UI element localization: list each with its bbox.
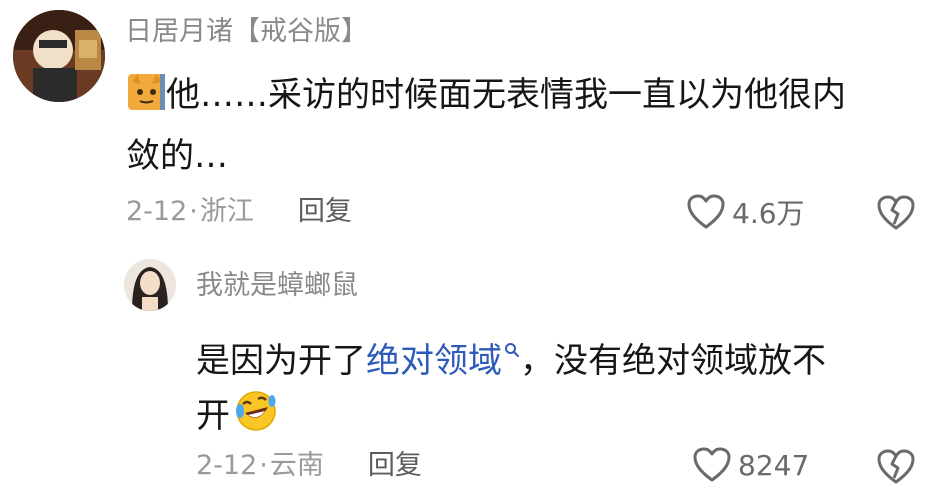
cat-emoji-icon: [126, 72, 166, 129]
laughing-crying-emoji-icon: [234, 389, 278, 450]
comment-text-pre: 是因为开了: [196, 341, 366, 381]
topic-link-text: 绝对领域: [366, 341, 502, 381]
like-count: 4.6万: [732, 197, 805, 230]
comment-reply: 我就是蟑螂鼠 是因为开了绝对领域 ，没有绝对领域放不 开 2-12 · 云南 回…: [0, 250, 942, 494]
heart-icon: [692, 446, 732, 484]
broken-heart-icon[interactable]: [876, 448, 916, 486]
reply-button[interactable]: 回复: [298, 194, 352, 230]
comment-line-1: 他……采访的时候面无表情我一直以为他很内: [126, 68, 926, 129]
like-button[interactable]: 8247: [692, 446, 809, 484]
like-count: 8247: [738, 448, 810, 482]
reply-button[interactable]: 回复: [368, 448, 422, 484]
comment-text-post: ，没有绝对领域放不: [520, 341, 826, 381]
comment-text: 他……采访的时候面无表情我一直以为他很内 敛的…: [126, 68, 926, 184]
comment-line-2: 开: [196, 389, 926, 450]
comment-text-line-2: 开: [196, 396, 230, 436]
comment-main: 日居月诸【戒谷版】 他……采访的时候面无表情我一直以为他很内 敛的… 2-12 …: [0, 0, 942, 240]
comment-meta: 2-12 · 云南 回复: [196, 448, 422, 484]
comment-location: 云南: [269, 450, 324, 481]
username[interactable]: 日居月诸【戒谷版】: [125, 14, 368, 50]
avatar[interactable]: [13, 10, 105, 102]
search-icon: [504, 320, 520, 375]
heart-icon: [686, 193, 726, 231]
avatar[interactable]: [124, 259, 176, 311]
comment-text-line-2: 敛的…: [126, 136, 228, 176]
meta-separator: ·: [259, 450, 268, 481]
username[interactable]: 我就是蟑螂鼠: [196, 268, 358, 304]
like-button[interactable]: 4.6万: [686, 192, 805, 232]
comment-date: 2-12: [196, 450, 258, 481]
comment-meta: 2-12 · 浙江 回复: [126, 194, 352, 230]
broken-heart-icon[interactable]: [876, 194, 916, 232]
topic-link[interactable]: 绝对领域: [366, 341, 520, 381]
meta-separator: ·: [189, 196, 198, 227]
comment-text: 是因为开了绝对领域 ，没有绝对领域放不 开: [196, 320, 926, 450]
comment-location: 浙江: [199, 196, 254, 227]
comment-date: 2-12: [126, 196, 188, 227]
comment-line-1: 是因为开了绝对领域 ，没有绝对领域放不: [196, 320, 926, 389]
comment-text-line-1: 他……采访的时候面无表情我一直以为他很内: [166, 75, 846, 115]
